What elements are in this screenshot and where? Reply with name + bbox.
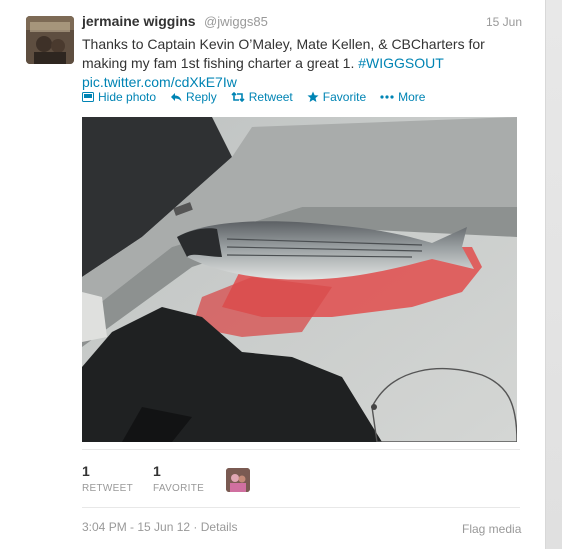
- reply-button[interactable]: Reply: [170, 90, 217, 104]
- tweet-timestamp[interactable]: 3:04 PM - 15 Jun 12: [82, 520, 190, 534]
- footer-separator: ·: [193, 520, 198, 534]
- more-button[interactable]: More: [380, 90, 425, 104]
- tweet-footer: 3:04 PM - 15 Jun 12 · Details: [82, 520, 237, 534]
- tweet-photo[interactable]: [82, 117, 517, 442]
- reply-icon: [170, 92, 182, 102]
- more-dots-icon: [380, 95, 394, 99]
- reply-label: Reply: [186, 90, 217, 104]
- tweet-date[interactable]: 15 Jun: [486, 15, 522, 29]
- stats-divider-bottom: [82, 507, 520, 508]
- hide-photo-label: Hide photo: [98, 90, 157, 104]
- flag-media-link[interactable]: Flag media: [462, 522, 521, 536]
- tweet-actions: Hide photo Reply Retweet Favorite More: [82, 89, 425, 105]
- user-handle[interactable]: @jwiggs85: [204, 14, 268, 29]
- favorite-stat-label: FAVORITE: [153, 483, 205, 494]
- retweet-label: Retweet: [248, 90, 293, 104]
- favorite-stat[interactable]: 1 FAVORITE: [153, 463, 204, 494]
- favorite-count: 1: [153, 463, 161, 479]
- retweet-button[interactable]: Retweet: [231, 90, 293, 104]
- more-label: More: [398, 90, 426, 104]
- stats-divider-top: [82, 449, 520, 450]
- retweet-stat[interactable]: 1 RETWEET: [82, 463, 133, 494]
- user-avatar[interactable]: [26, 16, 74, 64]
- favoriter-avatar[interactable]: [226, 468, 250, 492]
- details-link[interactable]: Details: [201, 520, 238, 534]
- retweet-icon: [231, 92, 245, 102]
- hide-photo-button[interactable]: Hide photo: [82, 90, 156, 104]
- favorite-button[interactable]: Favorite: [307, 90, 366, 104]
- tweet-card: jermaine wiggins @jwiggs85 15 Jun Thanks…: [0, 0, 546, 549]
- star-icon: [307, 91, 319, 103]
- retweet-count: 1: [82, 463, 90, 479]
- favorite-label: Favorite: [322, 90, 367, 104]
- photo-icon: [82, 92, 94, 102]
- page-background-strip: [546, 0, 562, 549]
- user-fullname[interactable]: jermaine wiggins: [82, 13, 196, 29]
- tweet-text: Thanks to Captain Kevin O’Maley, Mate Ke…: [82, 35, 522, 92]
- media-link[interactable]: pic.twitter.com/cdXkE7Iw: [82, 74, 237, 90]
- retweet-stat-label: RETWEET: [82, 483, 133, 494]
- tweet-header: jermaine wiggins @jwiggs85 15 Jun: [82, 13, 522, 33]
- hashtag-link[interactable]: #WIGGSOUT: [358, 55, 444, 71]
